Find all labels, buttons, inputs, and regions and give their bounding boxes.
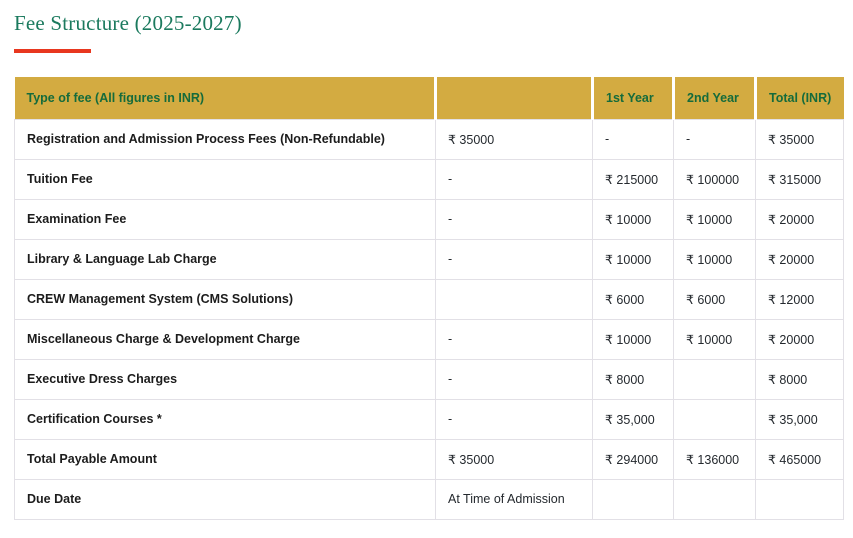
value-cell: ₹ 10000 bbox=[592, 238, 674, 280]
fee-type-cell: Certification Courses * bbox=[14, 398, 436, 440]
value-cell: - bbox=[435, 198, 593, 240]
value-cell: ₹ 136000 bbox=[673, 438, 756, 480]
table-row: Executive Dress Charges - ₹ 8000 ₹ 8000 bbox=[14, 358, 844, 400]
value-cell bbox=[673, 478, 756, 520]
value-cell bbox=[755, 478, 844, 520]
value-cell: ₹ 35,000 bbox=[592, 398, 674, 440]
fee-type-cell: Library & Language Lab Charge bbox=[14, 238, 436, 280]
value-cell: ₹ 10000 bbox=[673, 198, 756, 240]
title-accent-underline bbox=[14, 49, 91, 53]
value-cell: ₹ 10000 bbox=[592, 198, 674, 240]
table-row: Miscellaneous Charge & Development Charg… bbox=[14, 318, 844, 360]
table-row: Due Date At Time of Admission bbox=[14, 478, 844, 520]
fee-type-cell: Due Date bbox=[14, 478, 436, 520]
fee-type-cell: CREW Management System (CMS Solutions) bbox=[14, 278, 436, 320]
value-cell: ₹ 10000 bbox=[592, 318, 674, 360]
value-cell: - bbox=[435, 398, 593, 440]
value-cell: - bbox=[435, 238, 593, 280]
value-cell: ₹ 20000 bbox=[755, 238, 844, 280]
value-cell: - bbox=[435, 358, 593, 400]
value-cell: ₹ 35000 bbox=[435, 438, 593, 480]
value-cell: - bbox=[435, 318, 593, 360]
column-header-2nd-year: 2nd Year bbox=[672, 77, 756, 119]
fee-type-cell: Executive Dress Charges bbox=[14, 358, 436, 400]
value-cell: ₹ 6000 bbox=[673, 278, 756, 320]
value-cell: ₹ 10000 bbox=[673, 318, 756, 360]
fee-type-cell: Examination Fee bbox=[14, 198, 436, 240]
value-cell bbox=[435, 278, 593, 320]
value-cell: ₹ 315000 bbox=[755, 158, 844, 200]
column-header-total: Total (INR) bbox=[754, 77, 844, 119]
value-cell: ₹ 10000 bbox=[673, 238, 756, 280]
fee-type-cell: Total Payable Amount bbox=[14, 438, 436, 480]
value-cell: ₹ 294000 bbox=[592, 438, 674, 480]
value-cell bbox=[673, 398, 756, 440]
value-cell bbox=[592, 478, 674, 520]
value-cell: ₹ 465000 bbox=[755, 438, 844, 480]
value-cell: ₹ 12000 bbox=[755, 278, 844, 320]
fee-structure-page: Fee Structure (2025-2027) Type of fee (A… bbox=[0, 0, 853, 520]
table-header-row: Type of fee (All figures in INR) 1st Yea… bbox=[14, 77, 844, 119]
value-cell: - bbox=[435, 158, 593, 200]
value-cell: ₹ 100000 bbox=[673, 158, 756, 200]
table-row: Library & Language Lab Charge - ₹ 10000 … bbox=[14, 238, 844, 280]
table-row: Certification Courses * - ₹ 35,000 ₹ 35,… bbox=[14, 398, 844, 440]
fee-structure-table: Type of fee (All figures in INR) 1st Yea… bbox=[14, 77, 844, 520]
table-row: Examination Fee - ₹ 10000 ₹ 10000 ₹ 2000… bbox=[14, 198, 844, 240]
column-header-blank bbox=[434, 77, 593, 119]
table-row: Tuition Fee - ₹ 215000 ₹ 100000 ₹ 315000 bbox=[14, 158, 844, 200]
value-cell: - bbox=[673, 118, 756, 160]
value-cell: ₹ 35000 bbox=[755, 118, 844, 160]
fee-type-cell: Miscellaneous Charge & Development Charg… bbox=[14, 318, 436, 360]
page-title: Fee Structure (2025-2027) bbox=[14, 11, 242, 35]
value-cell: ₹ 35000 bbox=[435, 118, 593, 160]
value-cell: ₹ 8000 bbox=[755, 358, 844, 400]
fee-type-cell: Registration and Admission Process Fees … bbox=[14, 118, 436, 160]
value-cell: At Time of Admission bbox=[435, 478, 593, 520]
value-cell bbox=[673, 358, 756, 400]
column-header-fee-type: Type of fee (All figures in INR) bbox=[14, 77, 436, 119]
fee-type-cell: Tuition Fee bbox=[14, 158, 436, 200]
value-cell: ₹ 215000 bbox=[592, 158, 674, 200]
table-row: CREW Management System (CMS Solutions) ₹… bbox=[14, 278, 844, 320]
value-cell: - bbox=[592, 118, 674, 160]
value-cell: ₹ 35,000 bbox=[755, 398, 844, 440]
table-row: Total Payable Amount ₹ 35000 ₹ 294000 ₹ … bbox=[14, 438, 844, 480]
table-row: Registration and Admission Process Fees … bbox=[14, 118, 844, 160]
value-cell: ₹ 20000 bbox=[755, 198, 844, 240]
value-cell: ₹ 20000 bbox=[755, 318, 844, 360]
value-cell: ₹ 8000 bbox=[592, 358, 674, 400]
value-cell: ₹ 6000 bbox=[592, 278, 674, 320]
column-header-1st-year: 1st Year bbox=[591, 77, 674, 119]
